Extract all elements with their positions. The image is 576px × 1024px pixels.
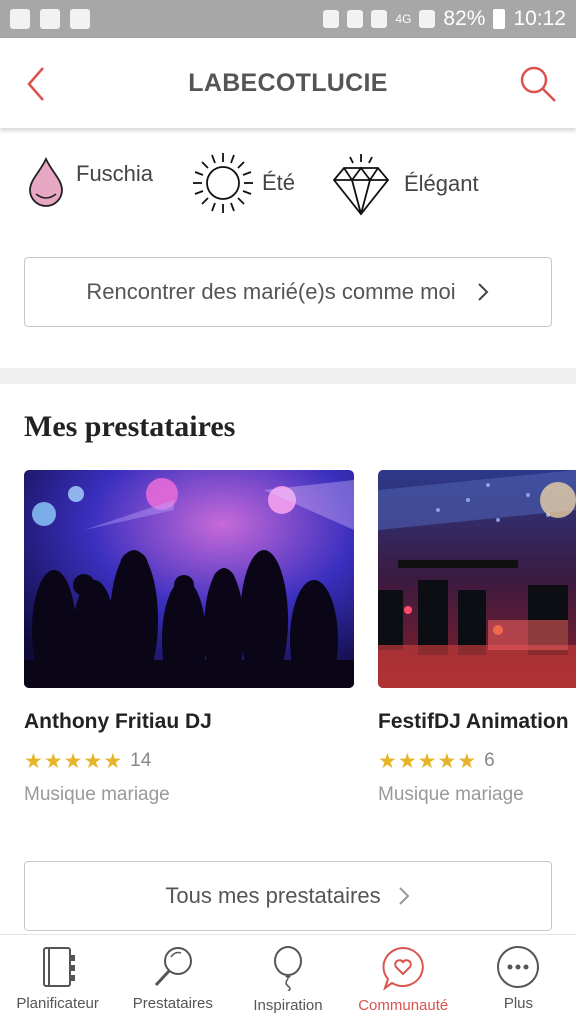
status-bar: 4G 82% 10:12: [0, 0, 576, 38]
gallery-icon: [70, 9, 90, 29]
battery-percent: 82%: [443, 7, 486, 30]
nav-label: Planificateur: [16, 995, 99, 1012]
nav-label: Prestataires: [132, 995, 213, 1012]
drop-icon: [29, 156, 63, 207]
search-button[interactable]: [516, 62, 560, 106]
vendor-card[interactable]: Anthony Fritiau DJ ★ ★ ★ ★ ★ 14 Musique …: [24, 470, 354, 806]
nav-label: Communauté: [358, 997, 449, 1014]
review-count: 6: [484, 750, 495, 771]
search-icon: [520, 66, 556, 102]
nav-prestataires[interactable]: Prestataires: [115, 935, 230, 1024]
meet-couples-label: Rencontrer des marié(e)s comme moi: [86, 279, 456, 304]
chat-heart-icon: [382, 946, 424, 991]
section-divider: [0, 368, 576, 384]
star-icon: ★: [63, 749, 83, 773]
vendor-category: Musique mariage: [378, 784, 524, 805]
nfc-icon: [323, 10, 340, 28]
nav-inspiration[interactable]: Inspiration: [230, 935, 345, 1024]
nav-planificateur[interactable]: Planificateur: [0, 935, 115, 1024]
review-count: 14: [130, 750, 152, 771]
style-label: Élégant: [404, 171, 479, 196]
back-button[interactable]: [16, 62, 56, 106]
more-icon: [497, 946, 540, 988]
all-vendors-button[interactable]: Tous mes prestataires: [24, 861, 552, 931]
star-rating: ★ ★ ★ ★ ★: [378, 751, 476, 772]
balloon-icon: [274, 946, 302, 991]
star-icon: ★: [378, 749, 397, 773]
section-title: Mes prestataires: [24, 410, 236, 443]
chevron-right-icon: [398, 887, 410, 905]
network-type: 4G: [395, 12, 412, 26]
battery-icon: [493, 9, 506, 29]
vendor-photo[interactable]: [24, 470, 354, 688]
style-chip-theme: Élégant: [332, 152, 479, 216]
bottom-navigation: Planificateur Prestataires Inspiration C…: [0, 934, 576, 1024]
nav-label: Inspiration: [253, 997, 323, 1014]
star-icon: ★: [103, 749, 123, 773]
facebook-icon: [10, 9, 30, 29]
meet-couples-button[interactable]: Rencontrer des marié(e)s comme moi: [24, 257, 552, 327]
star-rating: ★ ★ ★ ★ ★: [24, 751, 122, 772]
chevron-right-icon: [477, 283, 489, 301]
star-icon: ★: [24, 749, 43, 773]
star-icon: ★: [417, 749, 437, 773]
status-notifications: [10, 9, 90, 29]
magnifier-icon: [154, 947, 192, 987]
mute-icon: [347, 10, 364, 28]
vendor-category: Musique mariage: [24, 784, 170, 805]
clock: 10:12: [513, 7, 566, 30]
vendor-rating: ★ ★ ★ ★ ★ 14: [24, 750, 354, 772]
app-header: LABECOTLUCIE: [0, 38, 576, 128]
nav-label: Plus: [503, 995, 533, 1012]
dj-party-photo: [24, 470, 354, 688]
vendor-rating: ★ ★ ★ ★ ★ 6: [378, 750, 576, 772]
vendor-photo[interactable]: [378, 470, 576, 688]
page-title: LABECOTLUCIE: [188, 68, 388, 97]
star-icon: ★: [457, 749, 477, 773]
star-icon: ★: [397, 749, 417, 773]
nav-communaute[interactable]: Communauté: [346, 935, 461, 1024]
notebook-icon: [42, 947, 75, 987]
diamond-icon: [332, 154, 390, 216]
chevron-left-icon: [27, 67, 44, 101]
sun-icon: [193, 153, 253, 213]
all-vendors-label: Tous mes prestataires: [165, 883, 381, 908]
vendor-name[interactable]: FestifDJ Animation: [378, 710, 576, 734]
status-system: 4G 82% 10:12: [323, 7, 566, 31]
wedding-style-list: Fuschia Été Élégant: [0, 150, 576, 220]
alarm-icon: [371, 10, 388, 28]
star-icon: ★: [43, 749, 63, 773]
signal-icon: [419, 10, 436, 28]
star-icon: ★: [437, 749, 457, 773]
nav-plus[interactable]: Plus: [461, 935, 576, 1024]
star-icon: ★: [83, 749, 103, 773]
style-chip-season: Été: [190, 150, 295, 216]
vendor-card[interactable]: FestifDJ Animation ★ ★ ★ ★ ★ 6 Musique m…: [378, 470, 576, 806]
play-store-icon: [40, 9, 60, 29]
stage-lights-photo: [378, 470, 576, 688]
style-chip-color: Fuschia: [26, 156, 153, 208]
style-label: Fuschia: [76, 161, 154, 186]
vendor-name[interactable]: Anthony Fritiau DJ: [24, 710, 354, 734]
style-label: Été: [262, 170, 296, 195]
